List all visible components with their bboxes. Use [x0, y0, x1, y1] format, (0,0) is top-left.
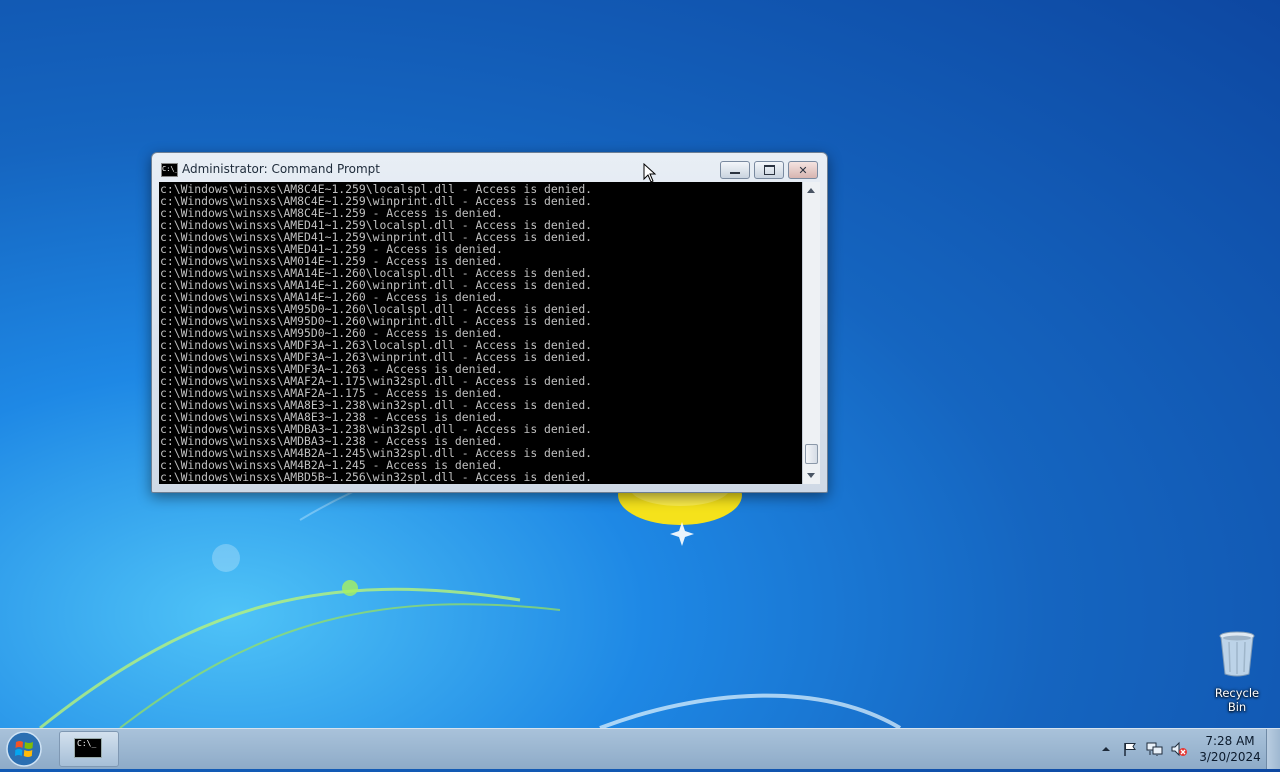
close-button[interactable]: ✕	[788, 161, 818, 179]
close-icon: ✕	[798, 163, 808, 177]
console-output[interactable]: c:\Windows\winsxs\AM8C4E~1.259\localspl.…	[159, 182, 802, 484]
vertical-scrollbar[interactable]	[802, 182, 820, 484]
start-button[interactable]	[5, 730, 45, 770]
minimize-icon	[730, 171, 740, 174]
action-center-flag-icon	[1124, 743, 1136, 756]
recycle-bin-label: Recycle Bin	[1214, 686, 1260, 714]
command-prompt-window[interactable]: C:\_ Administrator: Command Prompt ✕ c:\…	[151, 152, 828, 493]
console-line: c:\Windows\winsxs\AMBD5B~1.256\win32spl.…	[160, 470, 593, 484]
speaker-muted-icon	[1171, 741, 1187, 757]
recycle-bin-icon	[1219, 631, 1255, 677]
system-clock[interactable]: 7:28 AM 3/20/2024	[1196, 733, 1264, 765]
clock-time: 7:28 AM	[1205, 734, 1255, 748]
volume-button[interactable]	[1170, 729, 1188, 769]
cmd-icon[interactable]: C:\_	[161, 163, 178, 177]
network-button[interactable]	[1146, 729, 1164, 769]
scroll-up-icon[interactable]	[807, 188, 815, 193]
windows-start-icon	[6, 731, 42, 767]
taskbar-command-prompt[interactable]: C:\_	[59, 731, 119, 767]
title-bar[interactable]: C:\_ Administrator: Command Prompt ✕	[152, 153, 827, 183]
mouse-cursor-icon	[643, 163, 657, 183]
cmd-icon: C:\_	[74, 738, 102, 758]
clock-date: 3/20/2024	[1199, 750, 1261, 764]
console-text: c:\Windows\winsxs\AM8C4E~1.259\localspl.…	[159, 182, 802, 483]
window-title: Administrator: Command Prompt	[182, 162, 380, 176]
taskbar: C:\_ 7:28 AM 3/20/2024	[0, 728, 1280, 769]
minimize-button[interactable]	[720, 161, 750, 179]
maximize-button[interactable]	[754, 161, 784, 179]
scroll-thumb[interactable]	[805, 444, 818, 464]
network-icon	[1146, 742, 1163, 756]
scroll-down-icon[interactable]	[807, 473, 815, 478]
chevron-up-icon	[1102, 747, 1110, 751]
recycle-bin[interactable]: Recycle Bin	[1204, 630, 1270, 714]
show-hidden-icons-button[interactable]	[1100, 729, 1112, 769]
action-center-button[interactable]	[1122, 729, 1138, 769]
show-desktop-button[interactable]	[1266, 729, 1280, 769]
maximize-icon	[763, 165, 775, 175]
